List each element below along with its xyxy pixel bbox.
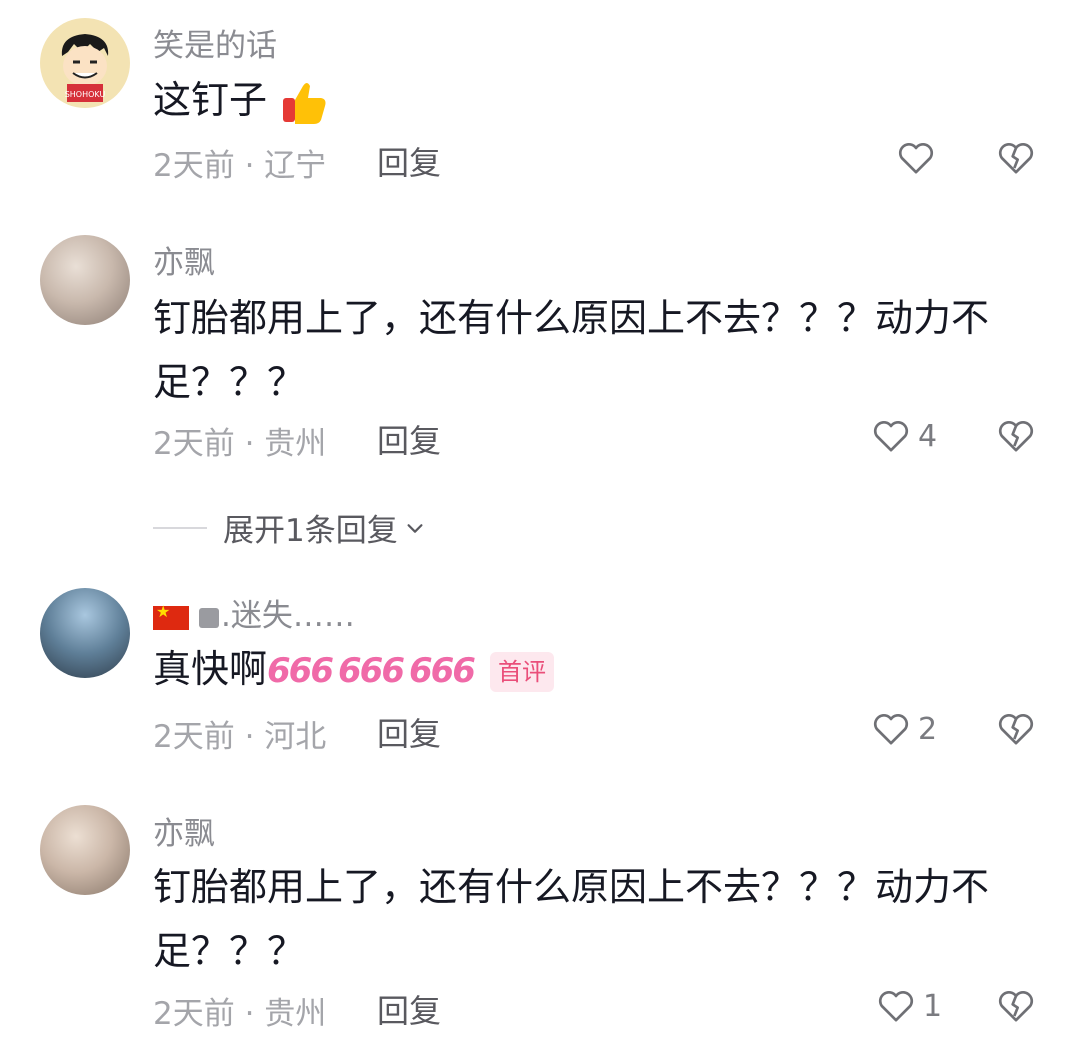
reply-button[interactable]: 回复 <box>377 986 441 1032</box>
dislike-button[interactable] <box>995 986 1037 1030</box>
divider-line <box>153 526 207 529</box>
broken-heart-icon <box>998 714 1034 745</box>
thumbs-up-emoji-icon <box>283 82 326 124</box>
chevron-down-icon <box>407 523 423 533</box>
like-button[interactable]: 4 <box>870 416 937 456</box>
dislike-button[interactable] <box>995 138 1037 182</box>
reply-button[interactable]: 回复 <box>377 709 441 755</box>
comment-text-content: 真快啊 <box>153 647 268 691</box>
like-count: 2 <box>918 711 938 747</box>
comment-time-location: 2天前 · 辽宁 <box>153 148 327 184</box>
comment-username[interactable]: 亦飘 <box>153 808 215 853</box>
666-emoji-icon: 666 <box>267 651 334 691</box>
user-avatar[interactable] <box>40 588 130 678</box>
broken-heart-icon <box>998 143 1034 174</box>
dislike-button[interactable] <box>995 416 1037 460</box>
emoji-square-icon <box>199 607 219 628</box>
expand-replies-button[interactable]: 展开1条回复 <box>153 505 428 550</box>
comment-text: 真快啊666 666 666 首评 <box>153 637 1013 703</box>
comment-username[interactable]: 笑是的话 <box>153 20 277 65</box>
666-emoji-icon: 666 <box>408 651 476 691</box>
broken-heart-icon <box>998 991 1034 1022</box>
cartoon-avatar-icon: SHOHOKU <box>61 34 109 102</box>
like-button[interactable]: 2 <box>870 709 937 749</box>
reply-button[interactable]: 回复 <box>377 138 441 184</box>
comment-text: 钉胎都用上了，还有什么原因上不去？？？动力不足？？？ <box>153 296 990 404</box>
heart-icon <box>878 991 914 1022</box>
comment-username-text: .迷失…… <box>221 598 355 634</box>
comment-text: 钉胎都用上了，还有什么原因上不去？？？动力不足？？？ <box>153 865 990 973</box>
reply-button[interactable]: 回复 <box>377 416 441 462</box>
comment-username[interactable]: 亦飘 <box>153 237 215 282</box>
user-avatar[interactable] <box>40 235 130 325</box>
expand-replies-label: 展开1条回复 <box>223 513 398 549</box>
comment-text-content: 这钉子 <box>153 78 268 122</box>
comment-time-location: 2天前 · 贵州 <box>153 426 327 462</box>
comment-text: 这钉子 <box>153 68 1013 132</box>
666-emoji-icon: 666 <box>338 651 405 691</box>
like-count: 1 <box>923 988 943 1024</box>
first-comment-badge: 首评 <box>489 651 554 692</box>
heart-icon <box>873 714 909 745</box>
heart-icon <box>873 421 909 452</box>
china-flag-icon <box>153 602 189 630</box>
like-button[interactable] <box>895 138 943 178</box>
broken-heart-icon <box>998 421 1034 452</box>
like-count: 4 <box>918 418 938 454</box>
user-avatar[interactable] <box>40 805 130 895</box>
comment-username[interactable]: .迷失…… <box>153 590 355 635</box>
svg-text:SHOHOKU: SHOHOKU <box>65 90 106 99</box>
heart-icon <box>898 143 934 174</box>
dislike-button[interactable] <box>995 709 1037 753</box>
comment-time-location: 2天前 · 河北 <box>153 719 327 755</box>
like-button[interactable]: 1 <box>875 986 942 1026</box>
comment-time-location: 2天前 · 贵州 <box>153 996 327 1032</box>
user-avatar[interactable]: SHOHOKU <box>40 18 130 108</box>
